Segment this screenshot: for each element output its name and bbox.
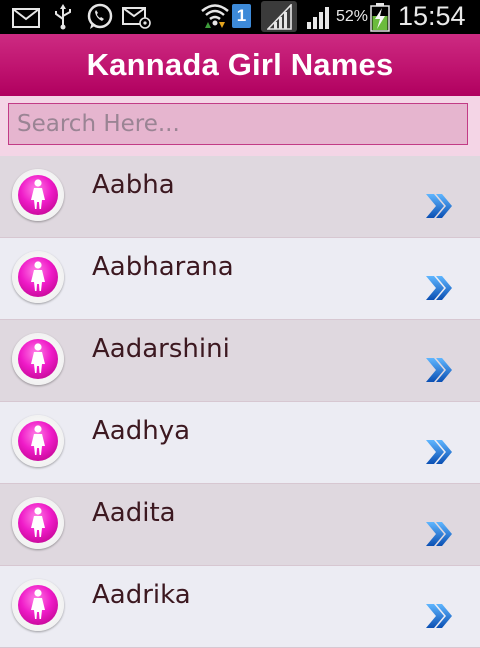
name-label: Aabha [92,170,175,200]
page-title: Kannada Girl Names [86,47,394,82]
signal-box [261,1,297,32]
name-label: Aabharana [92,252,234,282]
name-label: Aadhya [92,416,191,446]
names-list: Aabha Aabharana Aadarshini Aadhya Aadita [0,156,480,648]
chevron-right-double-icon[interactable] [424,602,454,630]
search-input[interactable] [8,103,468,145]
list-item[interactable]: Aabha [0,156,480,238]
sim-badge: 1 [232,4,251,28]
list-item[interactable]: Aadrika [0,566,480,648]
female-avatar-icon [12,169,64,221]
whatsapp-icon [87,3,113,29]
chevron-right-double-icon[interactable] [424,438,454,466]
name-label: Aadarshini [92,334,230,364]
chevron-right-double-icon[interactable] [424,520,454,548]
name-label: Aadita [92,498,176,528]
name-label: Aadrika [92,580,191,610]
female-avatar-icon [12,415,64,467]
charging-battery-icon [370,3,390,32]
status-bar: 1 52% 15:54 [0,0,480,34]
signal-icon [267,4,292,30]
female-avatar-icon [12,579,64,631]
female-avatar-icon [12,251,64,303]
list-item[interactable]: Aadarshini [0,320,480,402]
email-icon [12,8,40,28]
list-item[interactable]: Aadita [0,484,480,566]
search-bar [0,96,480,156]
clock: 15:54 [398,1,466,31]
female-avatar-icon [12,333,64,385]
list-item[interactable]: Aabharana [0,238,480,320]
chevron-right-double-icon[interactable] [424,192,454,220]
battery-percent: 52% [336,8,369,25]
female-avatar-icon [12,497,64,549]
usb-icon [55,4,71,30]
wifi-icon [201,4,229,28]
signal-icon [307,7,329,29]
chevron-right-double-icon[interactable] [424,356,454,384]
email-icon [122,7,151,29]
list-item[interactable]: Aadhya [0,402,480,484]
app-header: Kannada Girl Names [0,34,480,96]
chevron-right-double-icon[interactable] [424,274,454,302]
